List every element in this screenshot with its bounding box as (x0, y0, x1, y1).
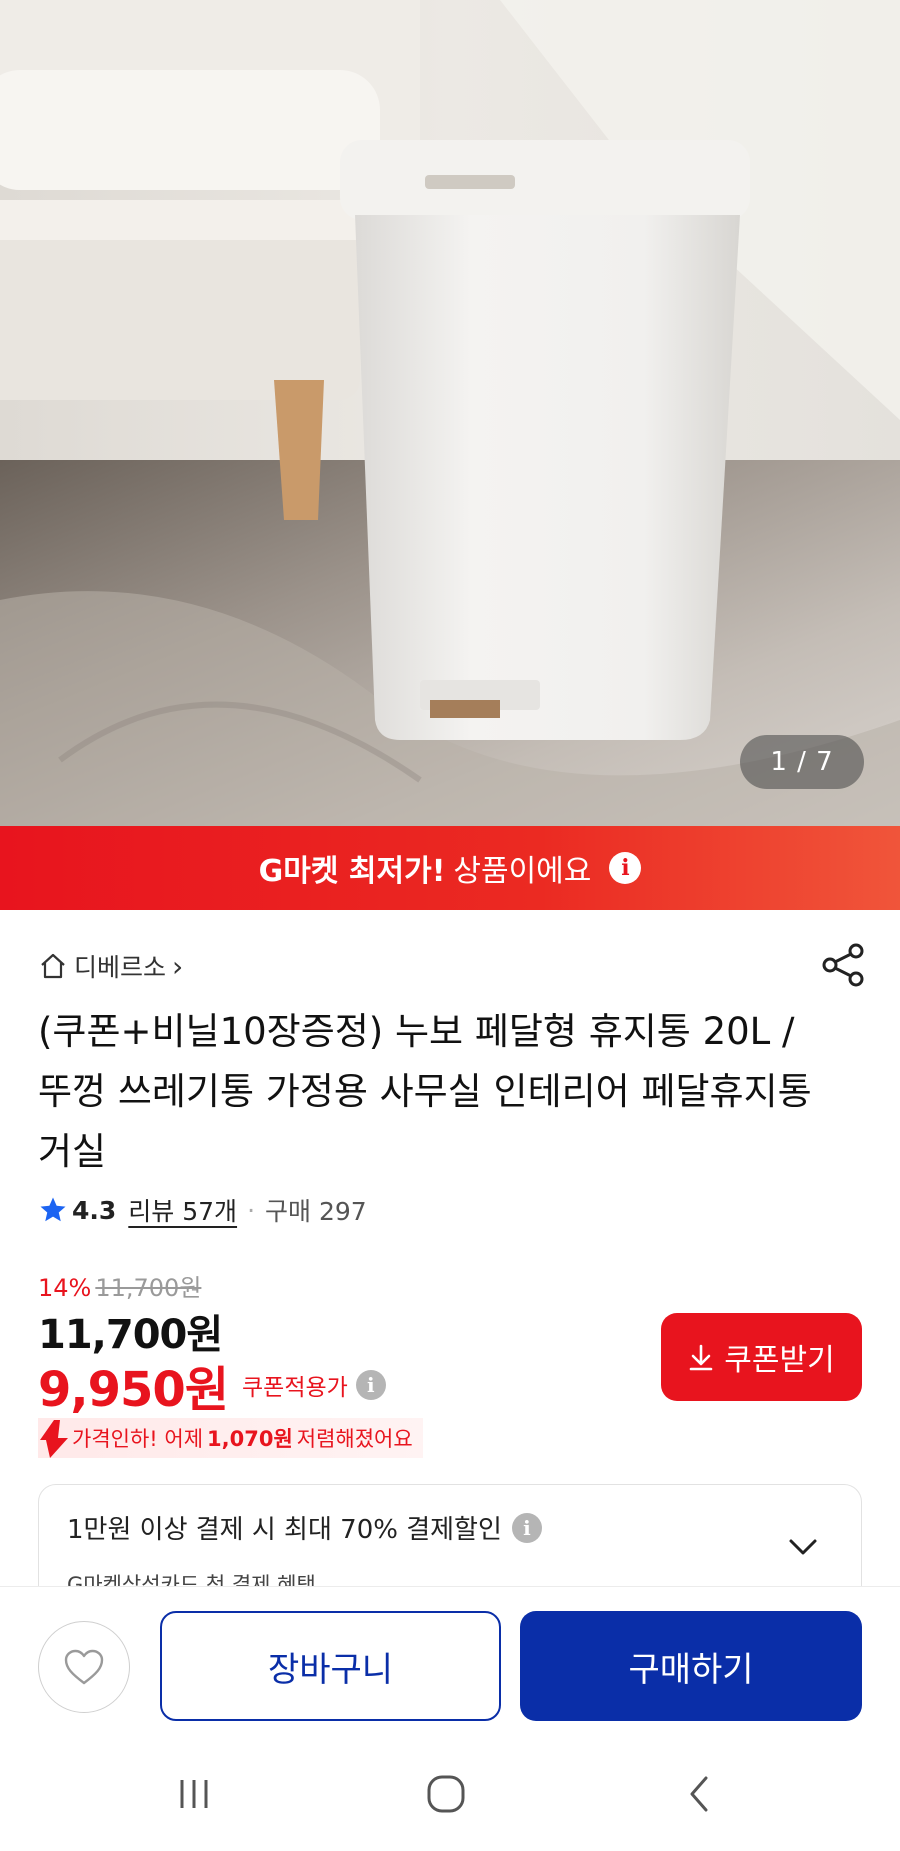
discount-row: 14% 11,700원 (38, 1268, 201, 1303)
price-drop-suffix: 저렴해졌어요 (296, 1427, 413, 1451)
rating-row: 4.3 리뷰 57개 · 구매 297 (38, 1190, 367, 1230)
wishlist-button[interactable] (38, 1621, 130, 1713)
home-store-icon (41, 953, 65, 979)
chevron-down-icon[interactable] (785, 1529, 821, 1565)
purchase-count: 구매 297 (265, 1197, 367, 1226)
bottom-action-bar: 장바구니 구매하기 (0, 1586, 900, 1732)
info-icon[interactable]: i (609, 852, 642, 884)
price-drop-notice: 가격인하! 어제 1,070원 저렴해졌어요 (38, 1418, 423, 1458)
get-coupon-label: 쿠폰받기 (724, 1343, 835, 1378)
store-name: 디베르소 (74, 953, 167, 982)
coupon-price: 9,950원 (38, 1362, 229, 1418)
product-image (0, 0, 900, 826)
coupon-price-row: 9,950원 쿠폰적용가 i (38, 1350, 386, 1420)
image-counter: 1 / 7 (740, 735, 864, 789)
download-arrow-icon (689, 1344, 713, 1371)
payment-benefit-headline-row: 1만원 이상 결제 시 최대 70% 결제할인 i (67, 1509, 542, 1546)
price-drop-prefix: 가격인하! 어제 (72, 1427, 204, 1451)
banner-text: 상품이에요 (453, 854, 592, 889)
discount-rate: 14% (38, 1274, 92, 1302)
buy-now-button[interactable]: 구매하기 (520, 1611, 862, 1721)
heart-icon (64, 1649, 104, 1685)
back-icon[interactable] (670, 1764, 730, 1824)
rating-score: 4.3 (72, 1195, 117, 1225)
share-icon[interactable] (818, 940, 868, 990)
home-icon[interactable] (416, 1764, 476, 1824)
price-down-arrow-icon (40, 1420, 68, 1458)
coupon-price-label: 쿠폰적용가 (242, 1375, 348, 1401)
chevron-right-icon: › (172, 949, 184, 983)
lowest-price-banner[interactable]: G마켓 최저가! 상품이에요 i (0, 826, 900, 910)
info-icon[interactable]: i (511, 1512, 542, 1543)
price-drop-amount: 1,070원 (207, 1427, 293, 1451)
get-coupon-button[interactable]: 쿠폰받기 (661, 1313, 862, 1401)
store-link[interactable]: 디베르소 › (38, 946, 183, 986)
original-price: 11,700원 (95, 1274, 202, 1302)
separator: · (247, 1195, 256, 1225)
recent-apps-icon[interactable] (164, 1764, 224, 1824)
star-icon (40, 1197, 66, 1222)
info-icon[interactable]: i (355, 1370, 386, 1400)
payment-benefit-headline: 1만원 이상 결제 시 최대 70% 결제할인 (67, 1515, 502, 1545)
banner-highlight: G마켓 최저가! (258, 854, 446, 889)
product-image-gallery[interactable]: 1 / 7 (0, 0, 900, 826)
product-title: (쿠폰+비닐10장증정) 누보 페달형 휴지통 20L / 뚜껑 쓰레기통 가정… (38, 1010, 812, 1173)
add-to-cart-button[interactable]: 장바구니 (160, 1611, 501, 1721)
reviews-link[interactable]: 리뷰 57개 (128, 1192, 237, 1228)
system-navigation-bar (0, 1734, 900, 1851)
